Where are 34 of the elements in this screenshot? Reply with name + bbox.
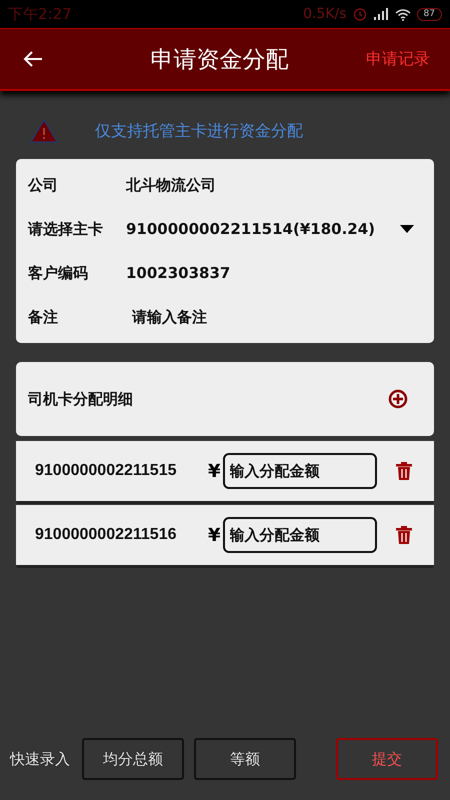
currency-symbol: ¥: [208, 460, 221, 482]
card-number: 9100000002211515: [35, 461, 178, 481]
status-time: 下午2:27: [8, 4, 72, 24]
notice-text: 仅支持托管主卡进行资金分配: [95, 120, 303, 142]
delete-trash-icon[interactable]: [396, 526, 412, 544]
card-select[interactable]: 9100000002211514(¥180.24): [126, 220, 422, 238]
submit-button[interactable]: 提交: [336, 738, 438, 780]
field-label: 公司: [28, 176, 59, 194]
remark-field[interactable]: 请输入备注: [126, 308, 338, 326]
quick-fill-button[interactable]: 均分总额: [82, 738, 184, 780]
section-title: 司机卡分配明细: [28, 390, 133, 408]
add-circle-icon[interactable]: [388, 389, 408, 409]
currency-symbol: ¥: [208, 524, 221, 546]
quick-fill-button[interactable]: 等额: [194, 738, 296, 780]
back-arrow-icon[interactable]: [23, 51, 43, 67]
dropdown-caret-icon[interactable]: [400, 225, 414, 233]
quick-entry-label: 快速录入: [10, 750, 70, 768]
field-label: 请选择主卡: [28, 220, 104, 238]
network-speed: 0.5K/s: [303, 6, 347, 22]
field-label: 客户编码: [28, 264, 89, 282]
card-number: 9100000002211516: [35, 525, 178, 545]
signal-icon: [372, 7, 389, 21]
battery-indicator: 87: [416, 8, 442, 20]
field-value: 1002303837: [126, 264, 230, 282]
history-link[interactable]: 申请记录: [366, 48, 430, 70]
delete-trash-icon[interactable]: [396, 462, 412, 480]
page-title: 申请资金分配: [150, 46, 288, 74]
amount-field[interactable]: 输入分配金额: [222, 517, 377, 553]
alarm-icon: [352, 7, 367, 21]
field-label: 备注: [28, 308, 59, 326]
amount-field[interactable]: 输入分配金额: [222, 453, 377, 489]
wifi-icon: [394, 8, 411, 20]
warning-icon: [30, 119, 58, 143]
field-value: 北斗物流公司: [126, 176, 216, 194]
